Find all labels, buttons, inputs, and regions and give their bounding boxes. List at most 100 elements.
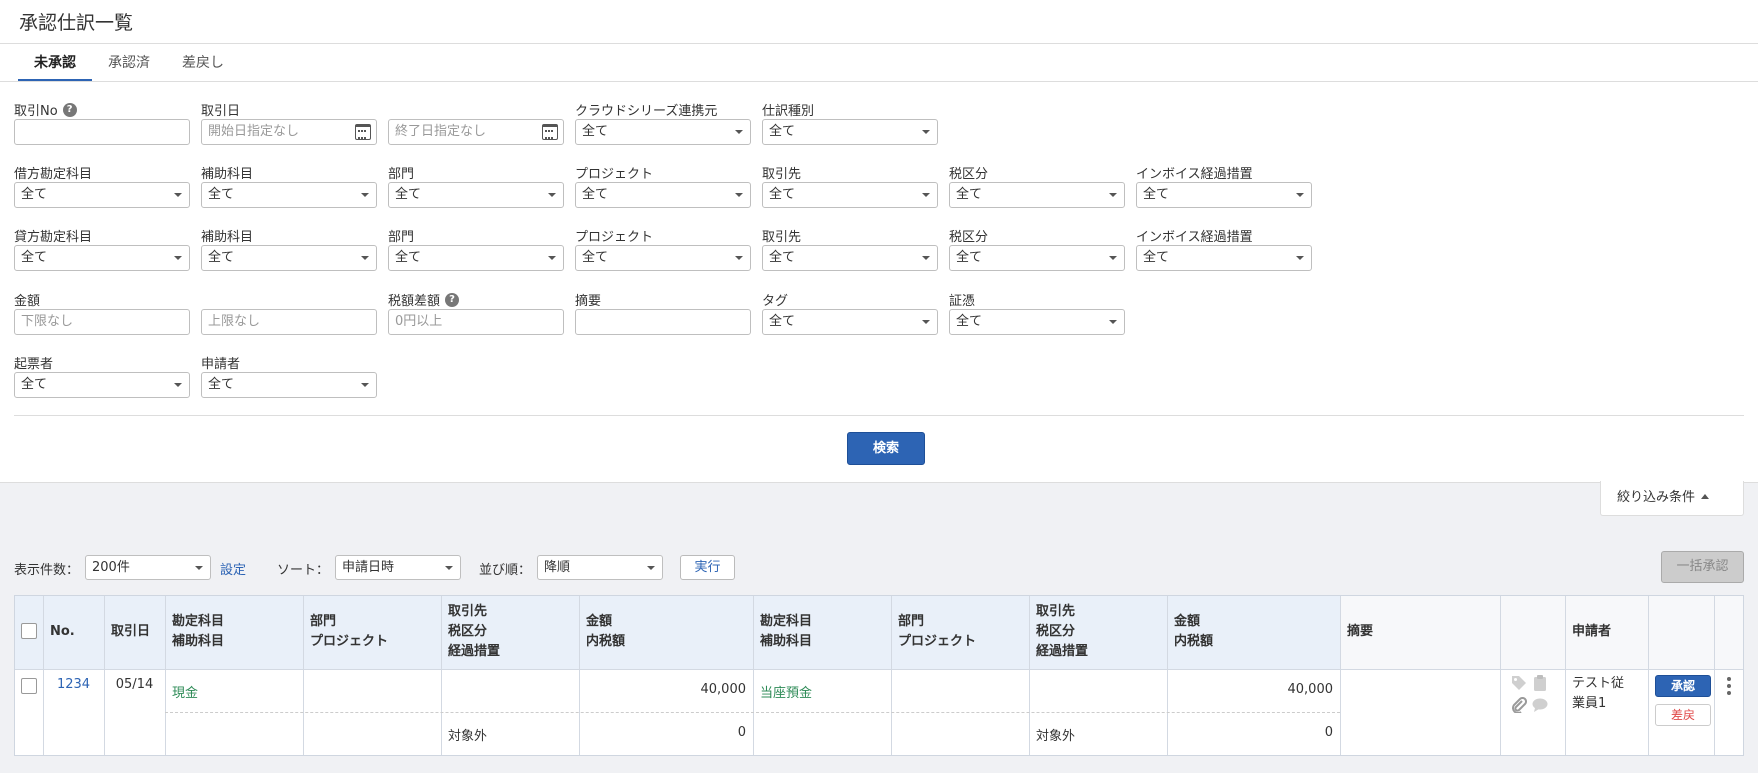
header-credit-partner: 取引先 税区分 経過措置	[1036, 604, 1089, 659]
settings-link[interactable]: 設定	[220, 559, 246, 578]
order-select[interactable]: 降順	[537, 555, 663, 580]
debit-sub-account-select[interactable]: 全て	[201, 182, 377, 208]
credit-project-select[interactable]: 全て	[575, 245, 751, 271]
status-tabs: 未承認 承認済 差戻し	[18, 44, 240, 82]
debit-invoice-select[interactable]: 全て	[1136, 182, 1312, 208]
filter-toggle-button[interactable]: 絞り込み条件	[1600, 481, 1744, 516]
execute-button[interactable]: 実行	[680, 555, 735, 580]
help-icon[interactable]: ?	[445, 292, 460, 307]
journal-type-label: 仕訳種別	[762, 104, 815, 119]
per-page-label: 表示件数：	[14, 563, 80, 578]
journal-table: No. 取引日 勘定科目 補助科目 部門 プロジェクト 取引先 税区分 経過措置 金額内…	[14, 595, 1744, 756]
amount-max-input[interactable]: 上限なし	[201, 309, 377, 335]
journal-type-select[interactable]: 全て	[762, 119, 938, 145]
filter-divider	[14, 415, 1744, 416]
header-debit-department: 部門 プロジェクト	[310, 614, 389, 649]
debit-account-label: 借方勘定科目	[14, 167, 93, 182]
debit-amount: 40,000	[700, 682, 747, 697]
voucher-label: 証憑	[949, 294, 976, 309]
select-all-checkbox[interactable]	[21, 623, 37, 639]
credit-partner-label: 取引先	[762, 230, 802, 245]
tab-divider	[0, 81, 1758, 82]
header-credit-department: 部門 プロジェクト	[898, 614, 977, 649]
search-button[interactable]: 検索	[847, 432, 925, 465]
debit-partner-label: 取引先	[762, 167, 802, 182]
header-credit-amount: 金額 内税額	[1174, 614, 1214, 649]
comment-icon[interactable]	[1532, 697, 1548, 713]
row-checkbox[interactable]	[21, 678, 37, 694]
tab-returned[interactable]: 差戻し	[166, 44, 240, 82]
calendar-icon[interactable]	[542, 124, 558, 140]
deal-date-label: 取引日	[201, 104, 241, 119]
credit-partner-select[interactable]: 全て	[762, 245, 938, 271]
debit-invoice-label: インボイス経過措置	[1136, 167, 1253, 182]
credit-account: 当座預金	[760, 686, 813, 701]
header-date[interactable]: 取引日	[111, 622, 150, 642]
debit-tax-select[interactable]: 全て	[949, 182, 1125, 208]
applicant-select[interactable]: 全て	[201, 372, 377, 398]
page-title: 承認仕訳一覧	[19, 12, 134, 34]
header-debit-partner: 取引先 税区分 経過措置	[448, 604, 501, 659]
header-credit-account: 勘定科目 補助科目	[760, 614, 813, 649]
applicant-label: 申請者	[201, 357, 241, 372]
end-date-input[interactable]: 終了日指定なし	[388, 119, 564, 145]
tab-unapproved[interactable]: 未承認	[18, 44, 92, 82]
reject-button[interactable]: 差戻	[1655, 704, 1711, 726]
debit-tax-label: 税区分	[949, 167, 989, 182]
tag-select[interactable]: 全て	[762, 309, 938, 335]
order-label: 並び順：	[479, 563, 532, 578]
credit-sub-account-select[interactable]: 全て	[201, 245, 377, 271]
tax-diff-input[interactable]: 0円以上	[388, 309, 564, 335]
debit-project-select[interactable]: 全て	[575, 182, 751, 208]
deal-no-label: 取引No ?	[14, 100, 77, 119]
credit-invoice-label: インボイス経過措置	[1136, 230, 1253, 245]
deal-no-link[interactable]: 1234	[43, 677, 104, 692]
bulk-approve-button[interactable]: 一括承認	[1661, 551, 1744, 583]
credit-department-label: 部門	[388, 230, 415, 245]
debit-tax: 対象外	[448, 729, 488, 744]
header-memo: 摘要	[1347, 624, 1374, 639]
sort-select[interactable]: 申請日時	[335, 555, 461, 580]
tag-icon[interactable]	[1511, 675, 1527, 691]
help-icon[interactable]: ?	[62, 102, 77, 117]
credit-tax: 対象外	[1036, 729, 1076, 744]
tax-diff-label: 税額差額 ?	[388, 290, 460, 309]
credit-tax-select[interactable]: 全て	[949, 245, 1125, 271]
creator-select[interactable]: 全て	[14, 372, 190, 398]
header-no[interactable]: No.	[50, 622, 75, 642]
credit-account-label: 貸方勘定科目	[14, 230, 93, 245]
header-applicant: 申請者	[1572, 624, 1612, 639]
header-debit-account: 勘定科目 補助科目	[172, 614, 225, 649]
debit-department-label: 部門	[388, 167, 415, 182]
credit-tax-amount: 0	[1324, 725, 1333, 740]
credit-department-select[interactable]: 全て	[388, 245, 564, 271]
deal-date: 05/14	[115, 677, 154, 692]
debit-partner-select[interactable]: 全て	[762, 182, 938, 208]
debit-account-select[interactable]: 全て	[14, 182, 190, 208]
caret-up-icon	[1701, 494, 1710, 499]
table-header-bg-right	[1340, 596, 1743, 669]
amount-min-input[interactable]: 下限なし	[14, 309, 190, 335]
credit-project-label: プロジェクト	[575, 230, 654, 245]
credit-account-select[interactable]: 全て	[14, 245, 190, 271]
more-menu-icon[interactable]	[1727, 677, 1731, 695]
memo-input[interactable]	[575, 309, 751, 335]
per-page-select[interactable]: 200件	[85, 555, 211, 580]
clipboard-icon[interactable]	[1532, 675, 1548, 691]
voucher-select[interactable]: 全て	[949, 309, 1125, 335]
start-date-input[interactable]: 開始日指定なし	[201, 119, 377, 145]
debit-department-select[interactable]: 全て	[388, 182, 564, 208]
cloud-source-select[interactable]: 全て	[575, 119, 751, 145]
memo-label: 摘要	[575, 294, 602, 309]
credit-invoice-select[interactable]: 全て	[1136, 245, 1312, 271]
row-applicant: テスト従 業員1	[1572, 676, 1625, 711]
approve-button[interactable]: 承認	[1655, 675, 1711, 697]
header-divider	[0, 43, 1758, 44]
creator-label: 起票者	[14, 357, 54, 372]
deal-no-input[interactable]	[14, 119, 190, 145]
header-debit-amount: 金額 内税額	[586, 614, 626, 649]
debit-tax-amount: 0	[737, 725, 746, 740]
tab-approved[interactable]: 承認済	[92, 44, 166, 82]
paperclip-icon[interactable]	[1511, 697, 1527, 713]
calendar-icon[interactable]	[355, 124, 371, 140]
